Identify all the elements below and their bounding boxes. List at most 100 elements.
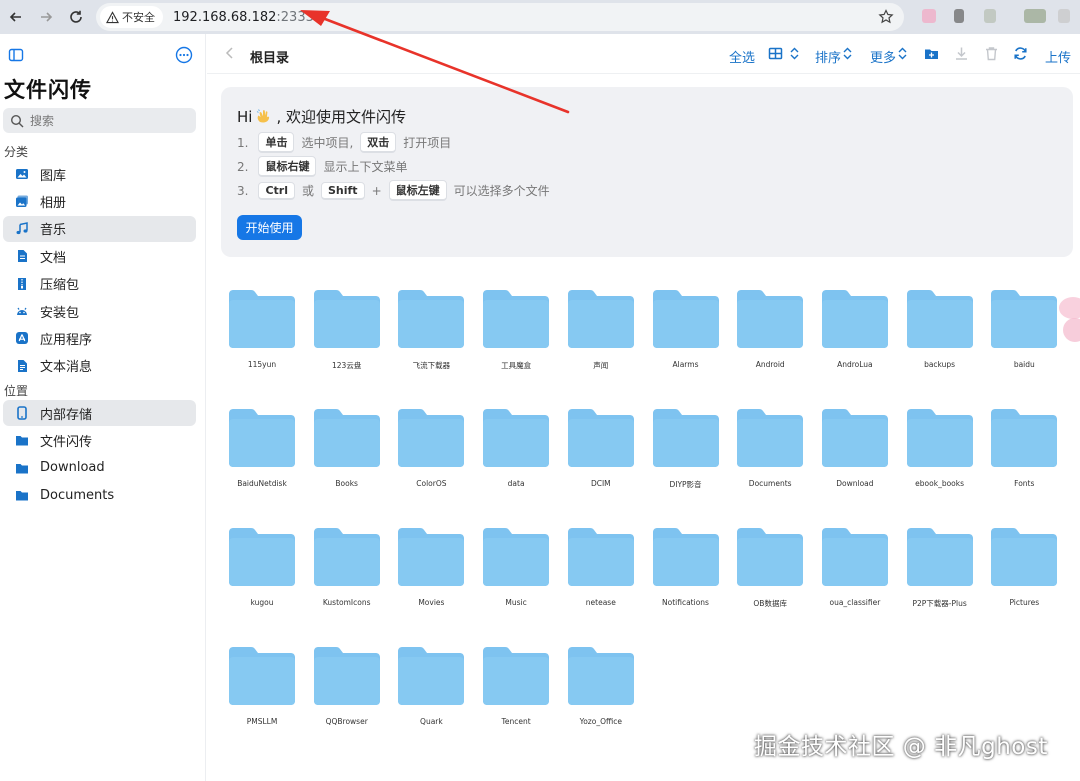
folder-item[interactable]: BaiduNetdisk [222, 409, 302, 509]
sort-chevron-icon[interactable] [840, 46, 855, 61]
download-icon[interactable] [954, 46, 969, 61]
sidebar-item-category-3[interactable]: 文档 [3, 243, 196, 269]
folder-item[interactable]: QQBrowser [307, 647, 387, 747]
folder-icon [483, 409, 550, 467]
folder-icon [906, 528, 973, 586]
folder-item[interactable]: 声闻 [561, 290, 641, 390]
sort-button[interactable]: 排序 [815, 47, 841, 66]
sidebar-item-label: 文档 [40, 250, 67, 266]
new-folder-icon[interactable] [924, 46, 939, 61]
sidebar-item-category-1[interactable]: 相册 [3, 188, 196, 214]
sidebar-item-location-3[interactable]: Documents [3, 482, 196, 508]
archive-icon [18, 277, 26, 290]
folder-item[interactable]: Yozo_Office [561, 647, 641, 747]
sidebar-item-location-1[interactable]: 文件闪传 [3, 427, 196, 453]
hint-number: 1. [237, 135, 249, 150]
bookmark-star-icon[interactable] [878, 9, 894, 25]
url-text[interactable]: 192.168.68.182:2333 [173, 10, 314, 25]
sidebar-item-location-2[interactable]: Download [3, 455, 196, 481]
more-chevron-icon[interactable] [895, 46, 910, 61]
sidebar-item-location-0[interactable]: 内部存储 [3, 400, 196, 426]
folder-item[interactable]: 飞流下载器 [391, 290, 471, 390]
grid-view-icon[interactable] [768, 46, 783, 61]
folder-item[interactable]: Tencent [476, 647, 556, 747]
folder-name: Tencent [501, 717, 531, 726]
address-bar[interactable]: 不安全 192.168.68.182:2333 [96, 3, 904, 31]
trash-icon[interactable] [984, 46, 999, 61]
folder-item[interactable]: Notifications [646, 528, 726, 628]
folder-item[interactable]: backups [900, 290, 980, 390]
folder-item[interactable]: KustomIcons [307, 528, 387, 628]
extension-icon[interactable] [1058, 9, 1070, 23]
folder-item[interactable]: PMSLLM [222, 647, 302, 747]
folder-name: ColorOS [416, 479, 447, 488]
sidebar-item-label: 安装包 [40, 305, 80, 321]
folder-name: Fonts [1014, 479, 1035, 488]
folder-item[interactable]: Pictures [984, 528, 1064, 628]
welcome-hi: Hi [237, 108, 253, 126]
folder-item[interactable]: DIYP影音 [646, 409, 726, 509]
sidebar-toggle-icon[interactable] [8, 47, 24, 63]
folder-item[interactable]: kugou [222, 528, 302, 628]
folder-name: Movies [418, 598, 445, 607]
more-options-icon[interactable] [175, 46, 193, 64]
folder-item[interactable]: 123云盘 [307, 290, 387, 390]
sidebar-item-category-4[interactable]: 压缩包 [3, 271, 196, 297]
extension-icon[interactable] [1024, 9, 1046, 23]
extension-icon[interactable] [922, 9, 936, 23]
folder-item[interactable]: ColorOS [391, 409, 471, 509]
folder-item[interactable]: oua_classifier [815, 528, 895, 628]
folder-icon [991, 290, 1058, 348]
folder-icon [16, 436, 28, 446]
search-box[interactable]: 搜索 [3, 108, 196, 133]
extension-icon[interactable] [954, 9, 964, 23]
folder-item[interactable]: DCIM [561, 409, 641, 509]
folder-item[interactable]: ebook_books [900, 409, 980, 509]
sidebar-item-category-5[interactable]: 安装包 [3, 298, 196, 324]
folder-item[interactable]: 115yun [222, 290, 302, 390]
sidebar-item-category-0[interactable]: 图库 [3, 161, 196, 187]
android-icon [17, 307, 27, 315]
folder-item[interactable]: P2P下载器-Plus [900, 528, 980, 628]
security-indicator[interactable]: 不安全 [100, 6, 163, 28]
extension-icon[interactable] [984, 9, 996, 23]
upload-button[interactable]: 上传 [1045, 47, 1071, 66]
security-label: 不安全 [122, 11, 155, 24]
folder-item[interactable]: netease [561, 528, 641, 628]
sidebar-item-category-2[interactable]: 音乐 [3, 215, 196, 242]
select-all-button[interactable]: 全选 [729, 47, 755, 66]
folder-item[interactable]: Alarms [646, 290, 726, 390]
browser-back-button[interactable] [2, 3, 30, 31]
folder-item[interactable]: baidu [984, 290, 1064, 390]
back-chevron-icon[interactable] [223, 46, 237, 60]
folder-item[interactable]: AndroLua [815, 290, 895, 390]
folder-icon [483, 647, 550, 705]
folder-item[interactable]: 工具魔盒 [476, 290, 556, 390]
folder-item[interactable]: Movies [391, 528, 471, 628]
folder-icon [398, 528, 465, 586]
phone-icon [17, 406, 27, 420]
refresh-icon[interactable] [1013, 46, 1028, 61]
browser-reload-button[interactable] [62, 3, 90, 31]
folder-item[interactable]: Android [730, 290, 810, 390]
more-button[interactable]: 更多 [870, 47, 896, 66]
folder-icon [737, 528, 804, 586]
folder-item[interactable]: Music [476, 528, 556, 628]
sidebar-item-category-7[interactable]: 文本消息 [3, 353, 196, 379]
folder-item[interactable]: Books [307, 409, 387, 509]
folder-item[interactable]: Fonts [984, 409, 1064, 509]
folder-item[interactable]: OB数据库 [730, 528, 810, 628]
chevron-updown-icon[interactable] [787, 46, 802, 61]
folder-item[interactable]: data [476, 409, 556, 509]
folder-item[interactable]: Documents [730, 409, 810, 509]
browser-forward-button[interactable] [32, 3, 60, 31]
folder-name: KustomIcons [322, 598, 371, 607]
search-input[interactable]: 搜索 [30, 112, 54, 129]
start-button[interactable]: 开始使用 [237, 215, 302, 240]
hint-text: 或 [301, 184, 314, 198]
folder-item[interactable]: Quark [391, 647, 471, 747]
folder-item[interactable]: Download [815, 409, 895, 509]
welcome-heading: Hi , 欢迎使用文件闪传 [237, 106, 406, 127]
sidebar-item-category-6[interactable]: 应用程序 [3, 325, 196, 351]
app-title: 文件闪传 [4, 78, 92, 102]
